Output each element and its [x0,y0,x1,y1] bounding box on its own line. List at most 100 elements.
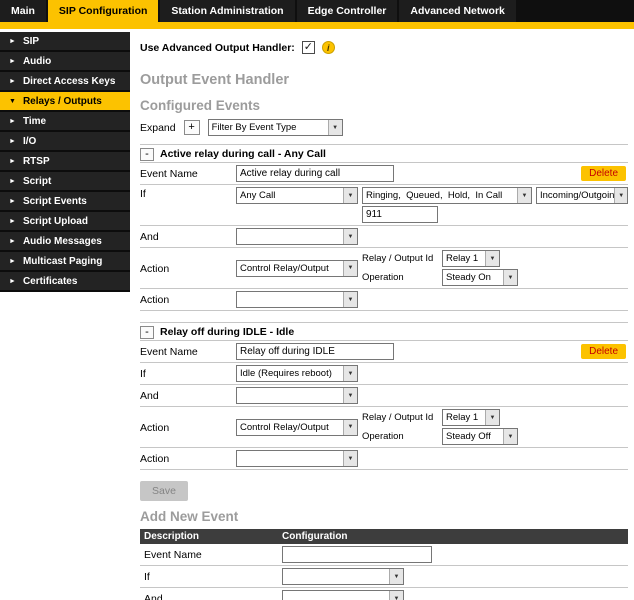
action-row-2: Action ▼ [140,289,628,311]
save-button[interactable]: Save [140,481,188,501]
info-icon[interactable]: i [321,41,335,54]
operation-select[interactable]: Steady On ▼ [442,269,518,286]
chevron-right-icon: ► [9,277,16,285]
new-and-select[interactable]: ▼ [282,590,404,600]
chevron-down-icon: ▼ [614,188,627,203]
event-name-label: Event Name [140,346,198,358]
call-direction-select[interactable]: Incoming/Outgoing ▼ [536,187,628,204]
new-event-name-input[interactable] [282,546,432,563]
relay-id-select[interactable]: Relay 1 ▼ [442,250,500,267]
sidebar-item-label: Direct Access Keys [22,75,116,87]
sidebar-item-label: Relays / Outputs [22,95,102,107]
if-condition-select[interactable]: Any Call ▼ [236,187,358,204]
sidebar-item-label: SIP [22,35,40,47]
tab-edge-controller[interactable]: Edge Controller [296,0,398,22]
description-header: Description [144,531,200,542]
action-parameters: Relay / Output Id Relay 1 ▼ Operation St… [362,409,518,445]
event-title: Relay off during IDLE - Idle [160,326,295,338]
action-row-2: Action ▼ [140,448,628,470]
filter-event-type-select[interactable]: Filter By Event Type ▼ [207,119,343,136]
expand-filter-row: Expand + Filter By Event Type ▼ [140,119,628,136]
delete-event-button[interactable]: Delete [581,166,626,181]
sidebar-item-certificates[interactable]: ► Certificates [0,272,130,292]
call-state-select[interactable]: Ringing, Queued, Hold, In Call ▼ [362,187,532,204]
advanced-handler-checkbox[interactable]: ✓ [301,41,315,54]
sidebar-item-script[interactable]: ► Script [0,172,130,192]
operation-select[interactable]: Steady Off ▼ [442,428,518,445]
relay-id-select[interactable]: Relay 1 ▼ [442,409,500,426]
chevron-down-icon: ▼ [343,419,357,435]
action-label: Action [140,453,170,465]
action-row: Action Control Relay/Output ▼ Relay / Ou… [140,407,628,448]
delete-event-button[interactable]: Delete [581,344,626,359]
sidebar-item-label: RTSP [22,155,50,167]
tab-advanced-network[interactable]: Advanced Network [399,0,516,22]
action-select-2[interactable]: ▼ [236,291,358,308]
chevron-right-icon: ► [9,137,16,145]
add-new-event-title: Add New Event [140,509,239,524]
action-row: Action Control Relay/Output ▼ Relay / Ou… [140,248,628,289]
chevron-down-icon: ▼ [9,97,16,105]
sidebar-item-sip[interactable]: ► SIP [0,32,130,52]
sidebar-item-direct-access-keys[interactable]: ► Direct Access Keys [0,72,130,92]
configured-events-title: Configured Events [140,98,261,113]
sidebar-item-label: Script Events [22,195,87,207]
collapse-button[interactable]: - [140,325,154,339]
add-event-and-row: And ▼ [140,588,628,600]
chevron-down-icon: ▼ [343,388,357,403]
tab-sip-configuration[interactable]: SIP Configuration [47,0,159,22]
chevron-down-icon: ▼ [485,251,499,266]
event-name-row: Event Name Delete [140,341,628,363]
action-select[interactable]: Control Relay/Output ▼ [236,259,358,277]
chevron-right-icon: ► [9,157,16,165]
tab-main[interactable]: Main [0,0,46,22]
event-name-input[interactable] [236,165,394,182]
sidebar-item-label: Multicast Paging [22,255,103,267]
expand-all-button[interactable]: + [183,120,200,135]
chevron-down-icon: ▼ [389,569,403,584]
new-if-select[interactable]: ▼ [282,568,404,585]
chevron-right-icon: ► [9,77,16,85]
sidebar: ► SIP ► Audio ► Direct Access Keys ▼ Rel… [0,29,130,600]
chevron-down-icon: ▼ [343,229,357,244]
and-label: And [140,390,159,402]
sidebar-item-label: Script [22,175,52,187]
dial-number-input[interactable] [362,206,438,223]
collapse-button[interactable]: - [140,147,154,161]
if-parameters: Ringing, Queued, Hold, In Call ▼ Incomin… [362,187,628,223]
sidebar-item-script-events[interactable]: ► Script Events [0,192,130,212]
sidebar-item-script-upload[interactable]: ► Script Upload [0,212,130,232]
and-condition-select[interactable]: ▼ [236,387,358,404]
chevron-right-icon: ► [9,217,16,225]
sidebar-item-audio[interactable]: ► Audio [0,52,130,72]
sidebar-item-rtsp[interactable]: ► RTSP [0,152,130,172]
sidebar-item-label: Audio [22,55,52,67]
chevron-down-icon: ▼ [389,591,403,600]
sidebar-item-io[interactable]: ► I/O [0,132,130,152]
event-header-row: - Relay off during IDLE - Idle [140,323,628,341]
action-select[interactable]: Control Relay/Output ▼ [236,418,358,436]
event-block-active-relay: - Active relay during call - Any Call Ev… [140,144,628,311]
action-select-2[interactable]: ▼ [236,450,358,467]
chevron-down-icon: ▼ [503,270,517,285]
action-label: Action [140,294,170,306]
sidebar-item-relays-outputs[interactable]: ▼ Relays / Outputs [0,92,130,112]
page: Main SIP Configuration Station Administr… [0,0,634,600]
operation-label: Operation [362,431,404,442]
advanced-handler-row: Use Advanced Output Handler: ✓ i [140,41,628,54]
tab-station-administration[interactable]: Station Administration [160,0,295,22]
sidebar-item-time[interactable]: ► Time [0,112,130,132]
event-title: Active relay during call - Any Call [160,148,326,160]
sidebar-item-label: I/O [22,135,37,147]
sidebar-item-audio-messages[interactable]: ► Audio Messages [0,232,130,252]
sidebar-item-multicast-paging[interactable]: ► Multicast Paging [0,252,130,272]
sidebar-item-label: Audio Messages [22,235,102,247]
chevron-down-icon: ▼ [343,451,357,466]
chevron-right-icon: ► [9,37,16,45]
page-title: Output Event Handler [140,72,290,88]
event-name-input[interactable] [236,343,394,360]
add-event-name-row: Event Name [140,544,628,566]
if-condition-select[interactable]: Idle (Requires reboot) ▼ [236,365,358,382]
and-condition-select[interactable]: ▼ [236,228,358,245]
chevron-down-icon: ▼ [343,366,357,381]
